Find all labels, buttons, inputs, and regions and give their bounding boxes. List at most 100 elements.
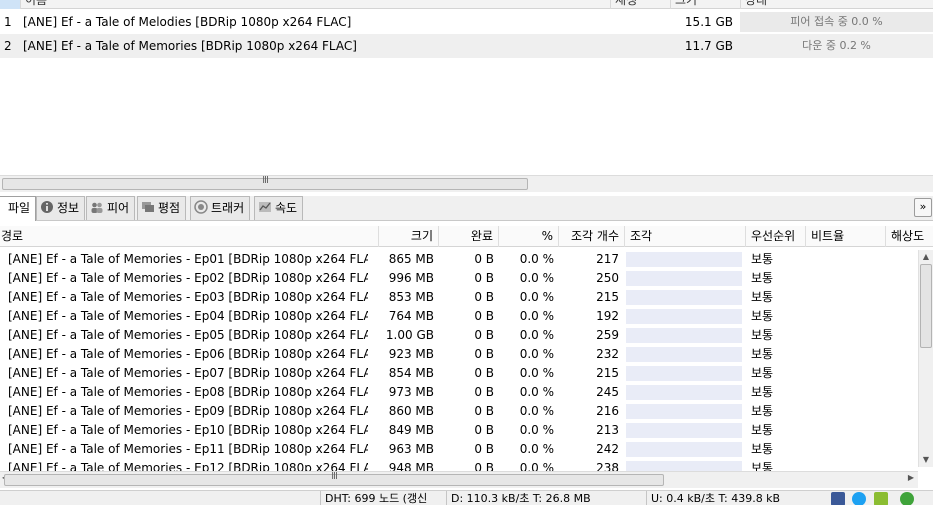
scroll-grip: III xyxy=(262,175,269,186)
file-done: 0 B xyxy=(474,290,494,304)
header-file-size[interactable]: 크기 xyxy=(378,226,438,247)
file-row[interactable]: [ANE] Ef - a Tale of Memories - Ep03 [BD… xyxy=(0,288,918,307)
file-row[interactable]: [ANE] Ef - a Tale of Memories - Ep07 [BD… xyxy=(0,364,918,383)
twitter-icon[interactable] xyxy=(852,492,866,505)
file-size: 1.00 GB xyxy=(385,328,434,342)
torrent-row[interactable]: 2 [ANE] Ef - a Tale of Memories [BDRip 1… xyxy=(0,34,933,58)
file-percent: 0.0 % xyxy=(519,290,554,304)
torrent-size: 15.1 GB xyxy=(684,15,733,29)
file-percent: 0.0 % xyxy=(519,442,554,456)
file-priority: 보통 xyxy=(751,404,774,418)
torrent-number: 2 xyxy=(4,39,12,53)
file-size: 860 MB xyxy=(388,404,434,418)
tab-menu-button[interactable]: » xyxy=(914,198,932,217)
file-percent: 0.0 % xyxy=(519,271,554,285)
file-priority: 보통 xyxy=(751,252,774,266)
peers-icon xyxy=(91,202,103,213)
file-name: [ANE] Ef - a Tale of Memories - Ep01 [BD… xyxy=(8,252,368,266)
tab-speed[interactable]: 속도 xyxy=(254,196,304,220)
tab-peers[interactable]: 피어 xyxy=(86,196,136,220)
torrent-list-header: 이름 재생 크기 상태 xyxy=(0,0,933,9)
ok-icon[interactable] xyxy=(900,492,914,505)
facebook-icon[interactable] xyxy=(831,492,845,505)
file-size: 996 MB xyxy=(388,271,434,285)
file-priority: 보통 xyxy=(751,366,774,380)
file-size: 849 MB xyxy=(388,423,434,437)
header-pieces-count[interactable]: 조각 개수 xyxy=(558,226,624,247)
header-pieces[interactable]: 조각 xyxy=(624,226,745,247)
torrent-hscroll-thumb[interactable]: III xyxy=(2,175,528,190)
file-pieces-bar xyxy=(626,271,742,286)
header-play[interactable]: 재생 xyxy=(610,0,670,9)
ratings-icon xyxy=(142,202,154,212)
speed-icon xyxy=(259,202,271,212)
file-pieces-count: 216 xyxy=(596,404,619,418)
file-pieces-bar xyxy=(626,442,742,457)
torrent-name: [ANE] Ef - a Tale of Memories [BDRip 108… xyxy=(23,39,357,53)
file-pieces-bar xyxy=(626,366,742,381)
android-icon[interactable] xyxy=(874,492,888,505)
header-name[interactable]: 이름 xyxy=(20,0,610,9)
header-path[interactable]: 경로 xyxy=(0,226,378,247)
scroll-grip: III xyxy=(331,471,338,482)
file-list-header: 경로 크기 완료 % 조각 개수 조각 우선순위 비트율 해상도 xyxy=(0,226,933,247)
file-row[interactable]: [ANE] Ef - a Tale of Memories - Ep10 [BD… xyxy=(0,421,918,440)
file-row[interactable]: [ANE] Ef - a Tale of Memories - Ep01 [BD… xyxy=(0,250,918,269)
file-row[interactable]: [ANE] Ef - a Tale of Memories - Ep05 [BD… xyxy=(0,326,918,345)
file-list-hscrollbar[interactable]: ◀ III ▶ xyxy=(0,471,918,488)
header-done[interactable]: 완료 xyxy=(438,226,498,247)
file-pieces-bar xyxy=(626,252,742,267)
tab-info[interactable]: 정보 xyxy=(36,196,86,220)
file-row[interactable]: [ANE] Ef - a Tale of Memories - Ep02 [BD… xyxy=(0,269,918,288)
file-name: [ANE] Ef - a Tale of Memories - Ep05 [BD… xyxy=(8,328,368,342)
file-list-vscrollbar[interactable]: ▲ ▼ xyxy=(918,250,933,467)
file-done: 0 B xyxy=(474,366,494,380)
file-row[interactable]: [ANE] Ef - a Tale of Memories - Ep11 [BD… xyxy=(0,440,918,459)
tab-trackers[interactable]: 트래커 xyxy=(190,196,251,220)
scroll-up-icon[interactable]: ▲ xyxy=(919,250,933,264)
file-hscroll-thumb[interactable]: III xyxy=(4,471,664,486)
file-size: 854 MB xyxy=(388,366,434,380)
file-name: [ANE] Ef - a Tale of Memories - Ep11 [BD… xyxy=(8,442,368,456)
file-pieces-bar xyxy=(626,290,742,305)
file-row[interactable]: [ANE] Ef - a Tale of Memories - Ep09 [BD… xyxy=(0,402,918,421)
header-size[interactable]: 크기 xyxy=(670,0,740,9)
file-pieces-bar xyxy=(626,423,742,438)
status-bar: DHT: 699 노드 (갱신 D: 110.3 kB/초 T: 26.8 MB… xyxy=(0,490,933,505)
torrent-status: 피어 접속 중 0.0 % xyxy=(740,12,933,32)
torrent-row[interactable]: 1 [ANE] Ef - a Tale of Melodies [BDRip 1… xyxy=(0,10,933,34)
file-pieces-count: 250 xyxy=(596,271,619,285)
info-icon xyxy=(41,201,53,213)
header-sort-indicator[interactable] xyxy=(0,0,20,9)
file-pieces-bar xyxy=(626,404,742,419)
file-name: [ANE] Ef - a Tale of Memories - Ep03 [BD… xyxy=(8,290,368,304)
torrent-status: 다운 중 0.2 % xyxy=(802,39,871,52)
file-name: [ANE] Ef - a Tale of Memories - Ep09 [BD… xyxy=(8,404,368,418)
file-done: 0 B xyxy=(474,385,494,399)
header-bitrate[interactable]: 비트율 xyxy=(805,226,885,247)
header-percent[interactable]: % xyxy=(498,226,558,247)
file-percent: 0.0 % xyxy=(519,252,554,266)
file-percent: 0.0 % xyxy=(519,366,554,380)
file-percent: 0.0 % xyxy=(519,347,554,361)
file-row[interactable]: [ANE] Ef - a Tale of Memories - Ep08 [BD… xyxy=(0,383,918,402)
file-pieces-count: 232 xyxy=(596,347,619,361)
file-row[interactable]: [ANE] Ef - a Tale of Memories - Ep06 [BD… xyxy=(0,345,918,364)
file-percent: 0.0 % xyxy=(519,423,554,437)
tab-ratings[interactable]: 평점 xyxy=(137,196,187,220)
file-priority: 보통 xyxy=(751,328,774,342)
vscroll-thumb[interactable] xyxy=(920,264,932,348)
file-name: [ANE] Ef - a Tale of Memories - Ep04 [BD… xyxy=(8,309,368,323)
scroll-down-icon[interactable]: ▼ xyxy=(919,453,933,467)
tab-files[interactable]: 파일 xyxy=(0,196,37,221)
header-status[interactable]: 상태 xyxy=(740,0,933,9)
file-row[interactable]: [ANE] Ef - a Tale of Memories - Ep04 [BD… xyxy=(0,307,918,326)
file-size: 963 MB xyxy=(388,442,434,456)
file-priority: 보통 xyxy=(751,347,774,361)
detail-tabbar: 파일 정보 피어 평점 트래커 속도 » xyxy=(0,196,933,221)
file-done: 0 B xyxy=(474,309,494,323)
header-resolution[interactable]: 해상도 xyxy=(885,226,933,247)
torrent-hscrollbar[interactable]: III xyxy=(0,175,933,192)
header-priority[interactable]: 우선순위 xyxy=(745,226,805,247)
scroll-right-icon[interactable]: ▶ xyxy=(908,473,914,482)
